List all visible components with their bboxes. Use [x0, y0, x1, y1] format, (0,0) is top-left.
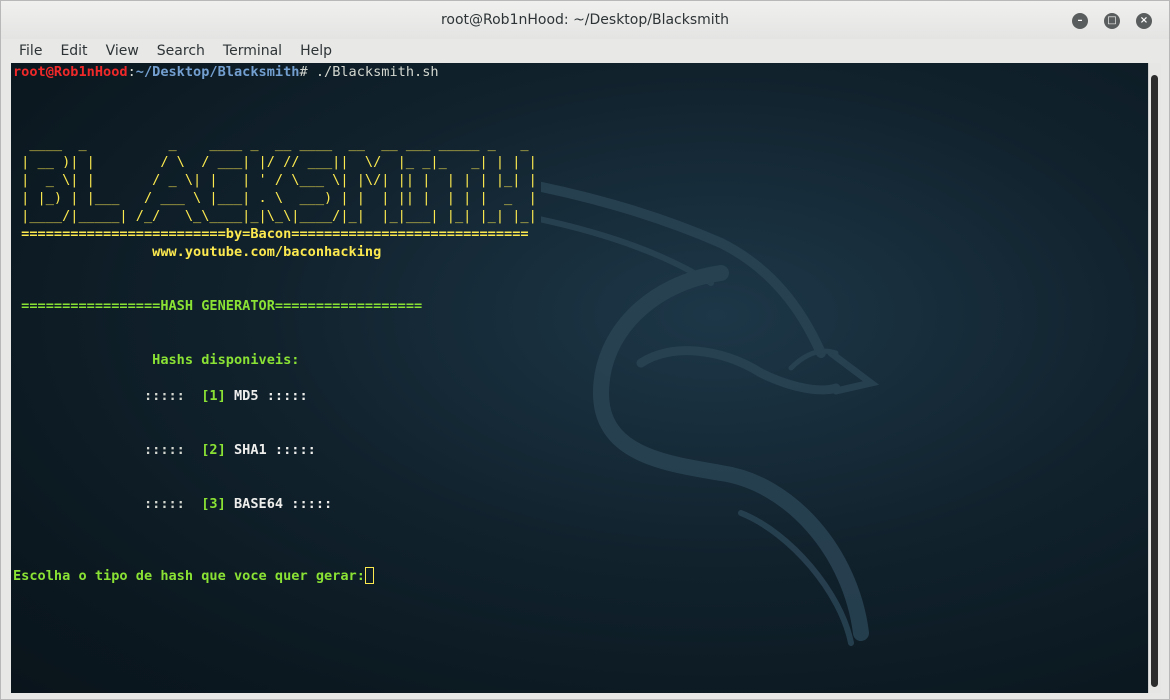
banner-line-4: | |_) | |___ / ___ \ |___| . \ ___) | | … [13, 190, 537, 206]
option-md5: ::::: [1] MD5 ::::: [13, 387, 308, 405]
option-name: BASE64 ::::: [225, 496, 333, 512]
banner-line-1: ____ _ _ ____ _ __ ____ __ __ ___ _____ … [13, 136, 537, 152]
option-base64: ::::: [3] BASE64 ::::: [13, 495, 332, 513]
option-number: [3] [201, 496, 226, 512]
banner-line-2: | __ )| | / \ / ___| |/ // ___|| \/ |_ _… [13, 154, 537, 170]
terminal-window: root@Rob1nHood: ~/Desktop/Blacksmith – □… [0, 0, 1170, 700]
youtube-url: www.youtube.com/baconhacking [13, 244, 382, 260]
menu-help[interactable]: Help [287, 43, 337, 59]
command-text: ./Blacksmith.sh [307, 64, 439, 80]
option-sha1: ::::: [2] SHA1 ::::: [13, 441, 316, 459]
prompt-symbol: # [299, 64, 308, 80]
minimize-icon[interactable]: – [1072, 13, 1088, 29]
option-prefix: ::::: [13, 496, 202, 512]
menu-search[interactable]: Search [144, 43, 210, 59]
option-name: MD5 ::::: [225, 388, 308, 404]
section-header: =================HASH GENERATOR=========… [13, 298, 423, 314]
prompt-separator: : [127, 64, 136, 80]
prompt-user: root@Rob1nHood [13, 64, 128, 80]
menu-edit[interactable]: Edit [47, 43, 92, 59]
banner-line-5: |____/|_____| /_/ \_\____|_|\_\|____/|_|… [13, 208, 537, 224]
menu-view[interactable]: View [93, 43, 144, 59]
option-name: SHA1 ::::: [225, 442, 316, 458]
option-number: [2] [201, 442, 226, 458]
hashes-available-label: Hashs disponiveis: [13, 352, 300, 368]
vertical-scrollbar[interactable] [1148, 63, 1161, 693]
byline: =========================by=Bacon=======… [13, 226, 529, 242]
input-prompt: Escolha o tipo de hash que voce quer ger… [13, 568, 365, 584]
prompt-line: root@Rob1nHood:~/Desktop/Blacksmith# ./B… [13, 63, 439, 81]
menu-bar: File Edit View Search Terminal Help [1, 39, 1169, 63]
menu-file[interactable]: File [1, 43, 47, 59]
banner-line-3: | _ \| | / _ \| | | ' / \___ \| |\/| || … [13, 172, 537, 188]
option-prefix: ::::: [13, 442, 202, 458]
option-number: [1] [201, 388, 226, 404]
kali-dragon-watermark [541, 181, 880, 646]
terminal-area[interactable]: root@Rob1nHood:~/Desktop/Blacksmith# ./B… [11, 63, 1148, 693]
text-cursor[interactable] [364, 567, 374, 584]
input-prompt-line[interactable]: Escolha o tipo de hash que voce quer ger… [13, 567, 374, 585]
prompt-path: ~/Desktop/Blacksmith [135, 64, 300, 80]
close-icon[interactable]: × [1136, 13, 1152, 29]
menu-terminal[interactable]: Terminal [210, 43, 287, 59]
window-title: root@Rob1nHood: ~/Desktop/Blacksmith [440, 12, 730, 28]
title-bar[interactable]: root@Rob1nHood: ~/Desktop/Blacksmith – □… [1, 1, 1169, 39]
maximize-icon[interactable]: □ [1104, 13, 1120, 29]
option-prefix: ::::: [13, 388, 202, 404]
scrollbar-thumb[interactable] [1151, 75, 1158, 687]
